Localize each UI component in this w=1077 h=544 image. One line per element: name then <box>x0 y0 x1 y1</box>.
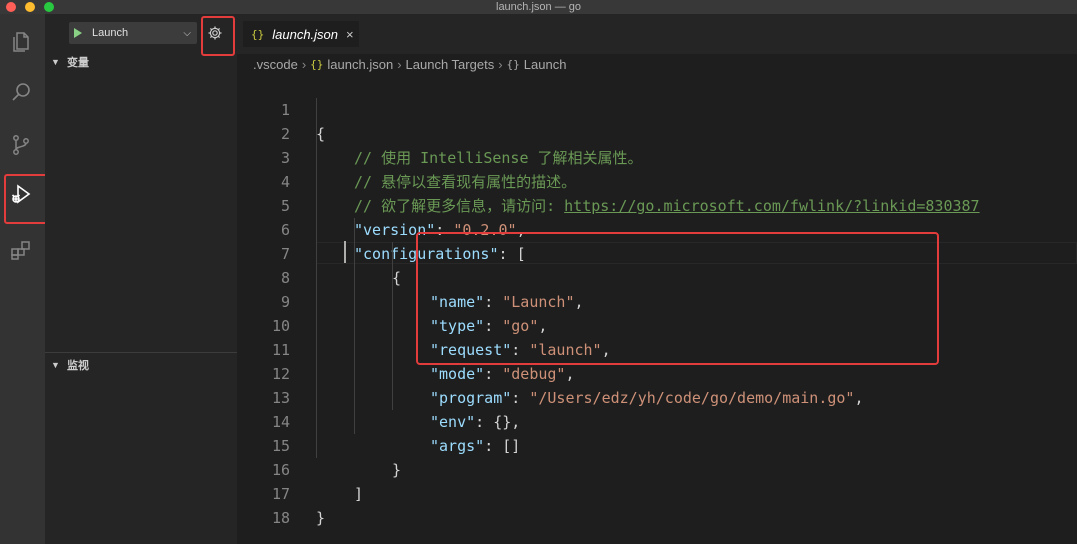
chevron-right-icon: › <box>397 56 402 72</box>
editor-tab-bar: {} launch.json × <box>237 14 1077 54</box>
indent-guide <box>316 98 317 458</box>
chevron-right-icon: › <box>498 56 503 72</box>
extensions-icon[interactable] <box>6 235 36 265</box>
text-cursor <box>344 241 346 263</box>
section-divider <box>45 352 237 353</box>
watch-section-header[interactable]: ▼ 监视 <box>45 355 237 375</box>
breadcrumb-file[interactable]: launch.json <box>327 57 393 72</box>
title-bar: launch.json — go <box>0 0 1077 14</box>
search-icon[interactable] <box>6 77 36 107</box>
code-line: 1 { <box>237 74 1077 143</box>
activity-bar <box>0 14 54 544</box>
tab-label: launch.json <box>272 26 339 42</box>
code-line: 3 // 悬停以查看现有属性的描述。 <box>237 122 1077 191</box>
watch-label: 监视 <box>67 360 89 372</box>
code-line: 2 // 使用 IntelliSense 了解相关属性。 <box>237 98 1077 167</box>
variables-section-header[interactable]: ▼ 变量 <box>45 52 237 72</box>
code-line: 4 // 欲了解更多信息，请访问: https://go.microsoft.c… <box>237 146 1077 215</box>
code-line: 13 "env": {}, <box>237 362 1077 431</box>
code-line: 14 "args": [] <box>237 386 1077 455</box>
launch-config-label: Launch <box>92 27 129 39</box>
launch-config-select[interactable]: Launch ⌵ <box>69 22 197 44</box>
json-file-icon: {} <box>310 57 324 71</box>
code-line: 16 ] <box>237 434 1077 503</box>
source-control-icon[interactable] <box>6 130 36 160</box>
explorer-icon[interactable] <box>6 27 36 57</box>
debug-toolbar: Launch ⌵ <box>45 14 237 56</box>
chevron-down-icon: ▼ <box>51 57 60 67</box>
line-number: 18 <box>271 509 290 527</box>
variables-label: 变量 <box>67 57 89 69</box>
run-and-debug-sidebar: Launch ⌵ ▼ 变量 ▼ 监视 <box>45 14 237 544</box>
close-icon[interactable]: × <box>346 27 354 42</box>
indent-guide <box>354 218 355 434</box>
json-file-icon: {} <box>251 27 265 41</box>
gear-highlight <box>201 16 235 56</box>
chevron-right-icon: › <box>301 56 307 72</box>
code-line: 18 <box>237 482 1077 527</box>
breadcrumb-launch-targets[interactable]: Launch Targets <box>406 57 495 72</box>
code-line: 5 "version": "0.2.0", <box>237 170 1077 239</box>
code-line: 6 "configurations": [ <box>237 194 1077 263</box>
window-title: launch.json — go <box>496 1 581 13</box>
code-token: } <box>316 509 326 527</box>
chevron-down-icon: ▼ <box>51 360 60 370</box>
chevron-down-icon: ⌵ <box>183 27 191 39</box>
indent-guide <box>392 242 393 410</box>
config-highlight-box <box>416 232 939 365</box>
breadcrumb-folder[interactable]: .vscode <box>253 57 298 72</box>
code-line: 15 } <box>237 410 1077 479</box>
object-icon: {} <box>506 57 520 71</box>
breadcrumb-launch[interactable]: Launch <box>524 57 567 72</box>
tab-launch-json[interactable]: {} launch.json × <box>243 21 359 47</box>
start-debugging-icon[interactable] <box>74 28 82 38</box>
code-line: 17 } <box>237 458 1077 527</box>
breadcrumb: .vscode › {} launch.json › Launch Target… <box>237 54 1077 74</box>
